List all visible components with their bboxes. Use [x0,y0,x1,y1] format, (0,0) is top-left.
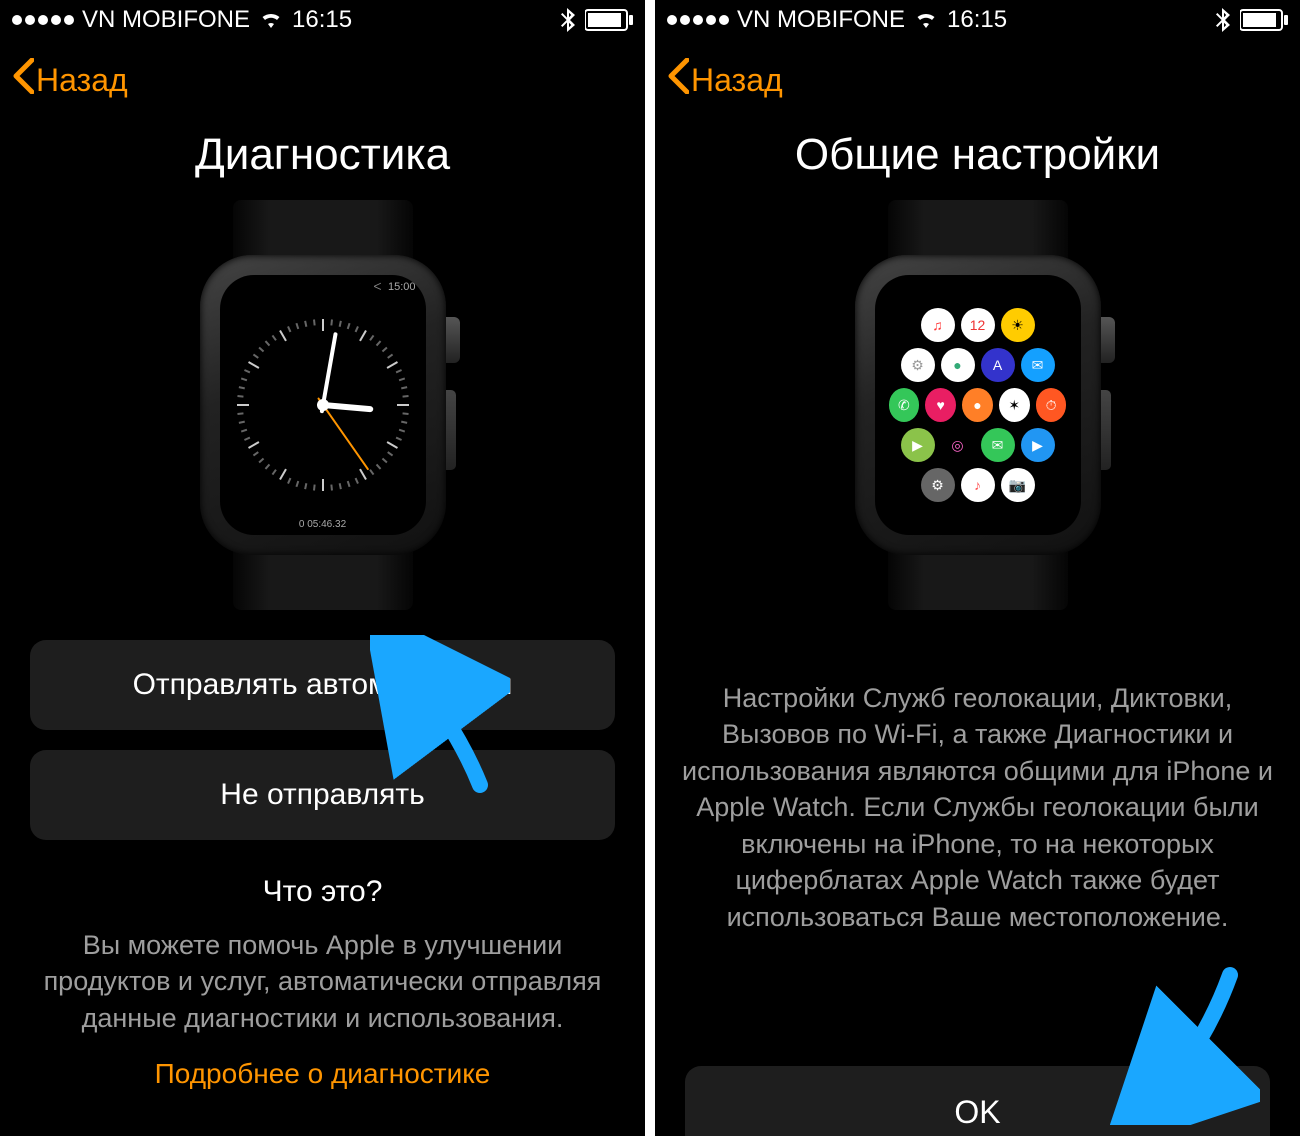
app-icon: ● [962,388,993,422]
signal-strength-icon [667,15,729,25]
status-time: 16:15 [292,6,352,34]
signal-strength-icon [12,15,74,25]
bluetooth-icon [561,8,575,32]
dont-send-button[interactable]: Не отправлять [30,750,615,840]
bluetooth-icon [1216,8,1230,32]
status-time: 16:15 [947,6,1007,34]
app-icon: ⚙ [921,468,955,502]
app-icon: ✶ [999,388,1030,422]
wifi-icon [913,10,939,30]
app-icon: ⚙ [901,348,935,382]
carrier-label: VN MOBIFONE [737,6,905,34]
page-title: Диагностика [0,130,645,180]
back-label: Назад [691,62,783,99]
watch-side-button-icon [1101,390,1111,470]
app-icon: ✉ [981,428,1015,462]
app-icon: ♥ [925,388,956,422]
app-icon: ♪ [961,468,995,502]
send-auto-button[interactable]: Отправлять автоматически [30,640,615,730]
app-icon: 12 [961,308,995,342]
app-icon: ⏱ [1036,388,1067,422]
back-label: Назад [36,62,128,99]
battery-icon [585,9,633,31]
phone-right: VN MOBIFONE 16:15 Назад Общие настройки [655,0,1300,1136]
watch-crown-icon [446,317,460,363]
diagnostics-body: Вы можете помочь Apple в улучшении проду… [0,927,645,1036]
app-icon: ▶ [901,428,935,462]
general-settings-body: Настройки Служб геолокации, Диктовки, Вы… [655,680,1300,935]
app-icon: ● [941,348,975,382]
page-title: Общие настройки [655,130,1300,180]
ok-button[interactable]: OK [685,1066,1270,1136]
what-is-this-heading: Что это? [0,875,645,909]
app-icon: ♫ [921,308,955,342]
app-grid: ♫12☀⚙●A✉✆♥●✶⏱▶◎✉▶⚙♪📷 [889,289,1067,521]
bluetooth-mini-icon: ⵦ [373,281,381,294]
watch-crown-icon [1101,317,1115,363]
app-icon: ◎ [941,428,975,462]
phone-left: VN MOBIFONE 16:15 Назад Диагностика [0,0,645,1136]
app-icon: 📷 [1001,468,1035,502]
watch-side-button-icon [446,390,456,470]
app-icon: ✆ [889,388,920,422]
watch-sub-label: 0 05:46.32 [299,519,346,530]
app-icon: ✉ [1021,348,1055,382]
battery-icon [1240,9,1288,31]
wifi-icon [258,10,284,30]
nav-bar: Назад [655,40,1300,120]
watch-time-label: 15:00 [388,281,416,293]
watch-illustration: 15:00 ⵦ 0 05:46.32 [0,200,645,610]
app-icon: A [981,348,1015,382]
back-button[interactable]: Назад [667,58,783,102]
chevron-left-icon [12,58,34,102]
app-icon: ☀ [1001,308,1035,342]
status-bar: VN MOBIFONE 16:15 [655,0,1300,40]
status-bar: VN MOBIFONE 16:15 [0,0,645,40]
watch-illustration: ♫12☀⚙●A✉✆♥●✶⏱▶◎✉▶⚙♪📷 [655,200,1300,610]
learn-more-link[interactable]: Подробнее о диагностике [0,1058,645,1090]
back-button[interactable]: Назад [12,58,128,102]
nav-bar: Назад [0,40,645,120]
chevron-left-icon [667,58,689,102]
app-icon: ▶ [1021,428,1055,462]
carrier-label: VN MOBIFONE [82,6,250,34]
